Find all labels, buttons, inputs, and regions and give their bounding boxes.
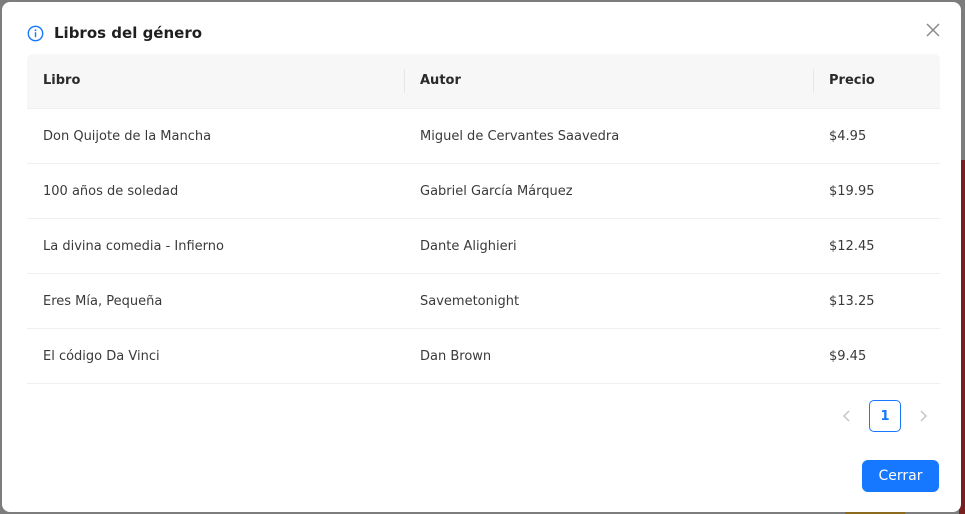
cell-autor: Miguel de Cervantes Saavedra (420, 128, 620, 144)
cell-precio: $12.45 (829, 238, 875, 254)
cell-autor: Dan Brown (420, 348, 492, 364)
table-row: El código Da Vinci Dan Brown $9.45 (27, 329, 940, 384)
table-row: Eres Mía, Pequeña Savemetonight $13.25 (27, 274, 940, 329)
info-icon (27, 25, 44, 42)
cell-libro: 100 años de soledad (43, 183, 179, 199)
column-header-autor: Autor (404, 54, 813, 108)
chevron-left-icon[interactable] (831, 400, 863, 432)
close-icon[interactable] (923, 20, 943, 40)
modal-title: Libros del género (54, 24, 203, 42)
table-row: 100 años de soledad Gabriel García Márqu… (27, 164, 940, 219)
modal-header: Libros del género (27, 24, 202, 42)
table-header: Libro Autor Precio (27, 54, 940, 109)
cell-precio: $9.45 (829, 348, 867, 364)
cell-precio: $19.95 (829, 183, 875, 199)
table-row: Don Quijote de la Mancha Miguel de Cerva… (27, 109, 940, 164)
books-modal: Libros del género Libro Autor Precio Don… (2, 2, 961, 512)
table-row: La divina comedia - Infierno Dante Aligh… (27, 219, 940, 274)
cell-autor: Dante Alighieri (420, 238, 517, 254)
close-modal-button[interactable]: Cerrar (862, 460, 939, 492)
column-header-libro: Libro (43, 73, 81, 88)
cell-autor: Savemetonight (420, 293, 520, 309)
page-number-current[interactable]: 1 (869, 400, 901, 432)
pagination: 1 (831, 400, 939, 432)
books-table: Libro Autor Precio Don Quijote de la Man… (27, 54, 940, 384)
cell-libro: Don Quijote de la Mancha (43, 128, 212, 144)
cell-autor: Gabriel García Márquez (420, 183, 573, 199)
chevron-right-icon[interactable] (907, 400, 939, 432)
cell-libro: Eres Mía, Pequeña (43, 293, 163, 309)
cell-libro: El código Da Vinci (43, 348, 160, 364)
cell-precio: $13.25 (829, 293, 875, 309)
cell-libro: La divina comedia - Infierno (43, 238, 224, 254)
cell-precio: $4.95 (829, 128, 867, 144)
column-header-precio: Precio (813, 54, 940, 108)
